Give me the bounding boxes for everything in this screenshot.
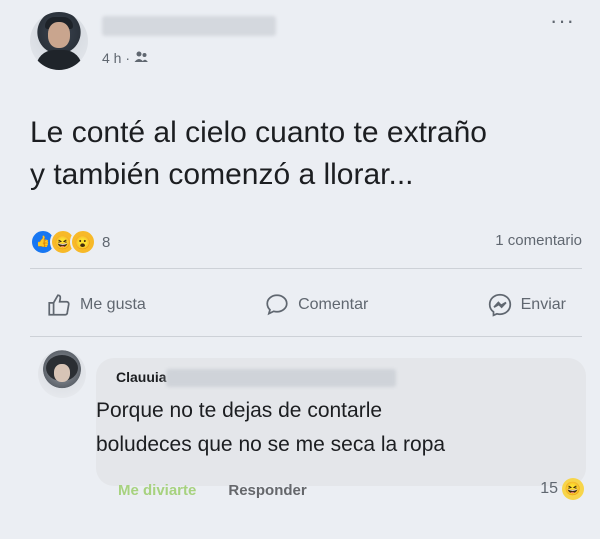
wow-icon: 😮 xyxy=(70,229,96,255)
post-header: 4 h · ··· xyxy=(30,10,575,76)
post-stats: 👍 😆 😮 8 1 comentario xyxy=(30,226,582,256)
reaction-summary[interactable]: 👍 😆 😮 8 xyxy=(30,229,110,255)
comment-label: Comentar xyxy=(298,296,369,313)
send-label: Enviar xyxy=(520,296,566,313)
comment-text-line: Porque no te dejas de contarle xyxy=(96,399,383,422)
comment-count-link[interactable]: 1 comentario xyxy=(495,232,582,249)
like-label: Me gusta xyxy=(80,296,146,313)
comment-button[interactable]: Comentar xyxy=(248,288,384,322)
post-actions: Me gusta Comentar Enviar xyxy=(30,282,582,328)
comment-like-button[interactable]: Me diviarte xyxy=(118,482,196,499)
commenter-name-redacted xyxy=(166,369,396,387)
comment-text: Porque no te dejas de contarle boludeces… xyxy=(96,394,586,462)
comment-actions: Me diviarte Responder xyxy=(118,482,307,499)
avatar-face xyxy=(48,22,70,48)
reaction-count: 8 xyxy=(102,233,111,251)
divider xyxy=(30,268,582,269)
comment-reply-button[interactable]: Responder xyxy=(228,482,306,499)
send-button[interactable]: Enviar xyxy=(471,288,582,322)
post-body: Le conté al cielo cuanto te extraño y ta… xyxy=(30,112,580,196)
comment-icon xyxy=(266,294,288,316)
post-text-line: y también comenzó a llorar... xyxy=(30,158,414,191)
avatar-shirt xyxy=(36,50,82,70)
comment-bubble: Clauuia Sa.. Porque no te dejas de conta… xyxy=(96,358,586,486)
comment-text-line: boludeces que no se me seca la ropa xyxy=(96,433,446,456)
friends-icon[interactable] xyxy=(134,51,148,66)
comment-reaction-count: 15 xyxy=(540,480,558,497)
facebook-post: 4 h · ··· Le conté al cielo cuanto te ex… xyxy=(0,0,600,539)
commenter-avatar[interactable] xyxy=(38,350,86,398)
post-meta: 4 h · xyxy=(102,50,148,66)
author-name-redacted[interactable] xyxy=(102,16,276,36)
messenger-icon xyxy=(488,293,511,317)
comment: Clauuia Sa.. Porque no te dejas de conta… xyxy=(38,350,598,520)
more-options-icon[interactable]: ··· xyxy=(550,10,575,32)
haha-icon: 😆 xyxy=(562,478,584,500)
like-button[interactable]: Me gusta xyxy=(30,288,162,322)
post-timestamp[interactable]: 4 h · xyxy=(102,50,130,66)
comment-reactions[interactable]: 15 😆 xyxy=(540,478,584,500)
thumbs-up-icon xyxy=(48,294,70,316)
divider xyxy=(30,336,582,337)
post-text-line: Le conté al cielo cuanto te extraño xyxy=(30,116,487,149)
avatar-face xyxy=(54,364,70,382)
author-avatar[interactable] xyxy=(30,12,88,70)
